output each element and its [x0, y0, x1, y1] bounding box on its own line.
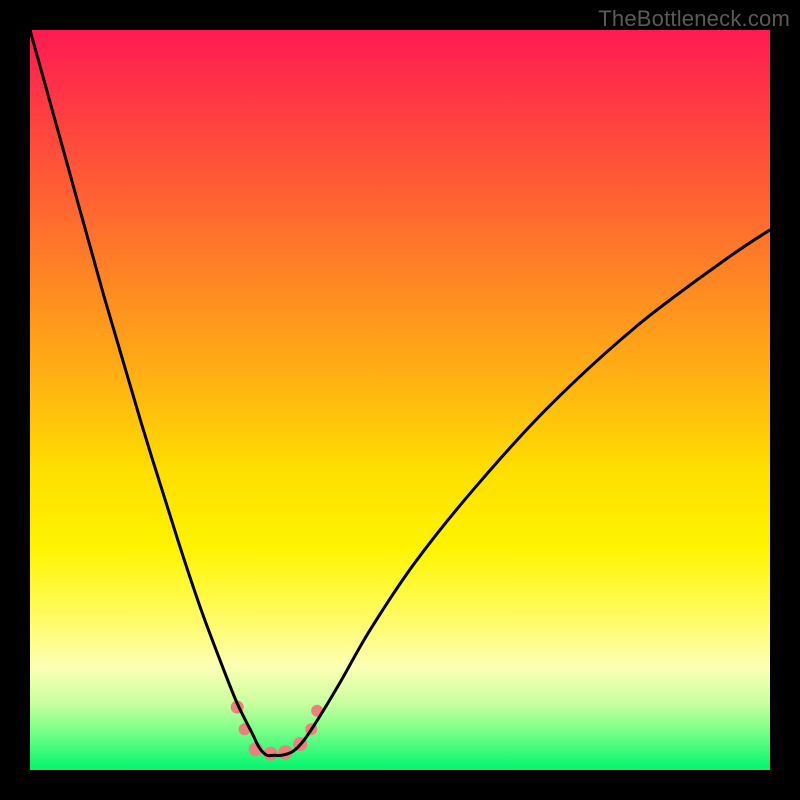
chart-svg: [30, 30, 770, 770]
plot-area: [30, 30, 770, 770]
chart-frame: TheBottleneck.com: [0, 0, 800, 800]
bottleneck-curve: [30, 30, 770, 756]
watermark-text: TheBottleneck.com: [598, 6, 790, 32]
